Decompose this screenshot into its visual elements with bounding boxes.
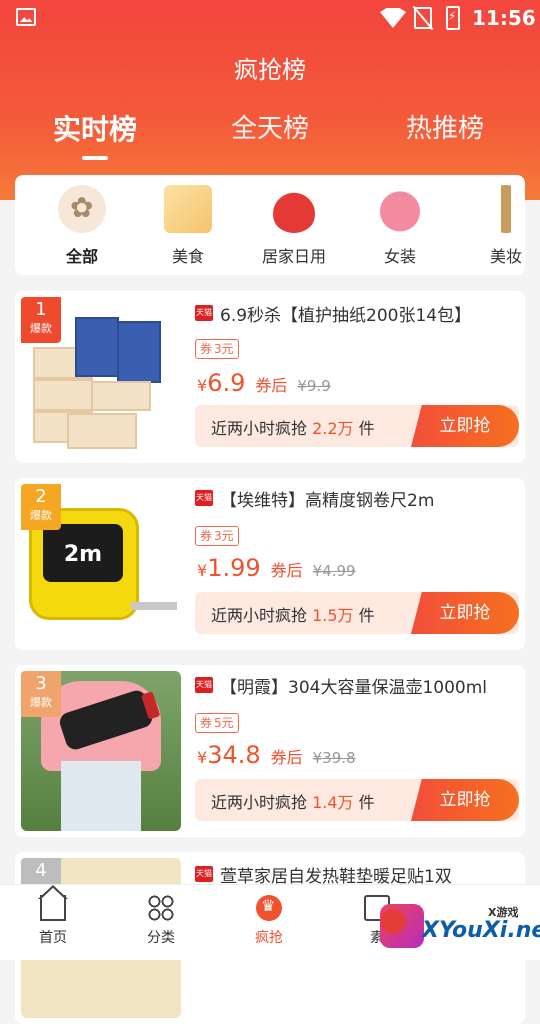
- tab-indicator: [82, 156, 108, 160]
- rank-badge: 2 爆款: [21, 484, 61, 530]
- gamepad-logo-icon: [380, 904, 424, 948]
- coupon-badge: 券 5元: [195, 713, 239, 733]
- nav-category[interactable]: 分类: [111, 895, 211, 947]
- tab-all-day[interactable]: 全天榜: [185, 108, 355, 145]
- product-title[interactable]: 【明霞】304大容量保温壶1000ml: [220, 673, 487, 698]
- category-label: 全部: [65, 247, 98, 266]
- battery-charging-icon: [446, 6, 460, 30]
- price: ¥1.99 券后 ¥4.99: [197, 554, 356, 582]
- wifi-icon: [380, 8, 406, 28]
- food-icon: [164, 185, 212, 233]
- ranking-tabs: 实时榜 全天榜 热推榜: [0, 108, 540, 168]
- buy-now-button[interactable]: 立即抢: [411, 779, 519, 821]
- category-bar: 全部 美食 居家日用 女装 美妆: [15, 175, 525, 275]
- price: ¥34.8 券后 ¥39.8: [197, 741, 356, 769]
- category-label: 美食: [171, 247, 204, 266]
- tab-realtime[interactable]: 实时榜: [10, 108, 180, 148]
- coupon-badge: 券 3元: [195, 339, 239, 359]
- status-time: 11:56: [472, 6, 536, 30]
- category-all[interactable]: 全部: [37, 185, 127, 267]
- product-card[interactable]: 3 爆款 天猫 【明霞】304大容量保温壶1000ml 券 5元 ¥34.8 券后 ¥…: [15, 665, 525, 837]
- product-title[interactable]: 【埃维特】高精度钢卷尺2m: [220, 486, 434, 511]
- product-card[interactable]: 1 爆款 天猫 6.9秒杀【植护抽纸200张14包】 券 3元 ¥6.9 券后 ¥9.…: [15, 291, 525, 463]
- tmall-icon: 天猫: [195, 305, 213, 321]
- product-title[interactable]: 6.9秒杀【植护抽纸200张14包】: [220, 301, 471, 326]
- beauty-icon: [482, 185, 525, 233]
- grab-bar: 近两小时疯抢 1.4万 件 立即抢: [195, 779, 519, 821]
- buy-now-button[interactable]: 立即抢: [411, 592, 519, 634]
- home-icon: [40, 895, 66, 921]
- category-food[interactable]: 美食: [143, 185, 233, 267]
- product-card[interactable]: 2m 2 爆款 天猫 【埃维特】高精度钢卷尺2m 券 3元 ¥1.99 券后 ¥4.9…: [15, 478, 525, 650]
- category-women-clothing[interactable]: 女装: [355, 185, 445, 267]
- category-label: 居家日用: [261, 247, 326, 266]
- grab-bar: 近两小时疯抢 1.5万 件 立即抢: [195, 592, 519, 634]
- women-clothing-icon: [376, 185, 424, 233]
- all-icon: [58, 185, 106, 233]
- household-icon: [270, 185, 318, 233]
- tmall-icon: 天猫: [195, 490, 213, 506]
- category-beauty[interactable]: 美妆: [461, 185, 525, 267]
- tab-hot-push[interactable]: 热推榜: [360, 108, 530, 145]
- category-label: 女装: [383, 247, 416, 266]
- watermark: X游戏 XYouXi.net: [372, 898, 540, 958]
- coupon-badge: 券 3元: [195, 526, 239, 546]
- category-household[interactable]: 居家日用: [249, 185, 339, 267]
- buy-now-button[interactable]: 立即抢: [411, 405, 519, 447]
- price: ¥6.9 券后 ¥9.9: [197, 369, 331, 397]
- gallery-icon: [16, 8, 36, 26]
- grab-bar: 近两小时疯抢 2.2万 件 立即抢: [195, 405, 519, 447]
- category-label: 美妆: [489, 247, 522, 266]
- grid-icon: [148, 895, 174, 921]
- page-title: 疯抢榜: [234, 56, 306, 84]
- tmall-icon: 天猫: [195, 866, 213, 882]
- status-bar: 11:56: [0, 0, 540, 36]
- rank-badge: 3 爆款: [21, 671, 61, 717]
- crown-icon: [256, 895, 282, 921]
- nav-home[interactable]: 首页: [3, 895, 103, 947]
- no-sim-icon: [414, 7, 432, 29]
- tmall-icon: 天猫: [195, 677, 213, 693]
- rank-badge: 1 爆款: [21, 297, 61, 343]
- nav-grab[interactable]: 疯抢: [219, 895, 319, 947]
